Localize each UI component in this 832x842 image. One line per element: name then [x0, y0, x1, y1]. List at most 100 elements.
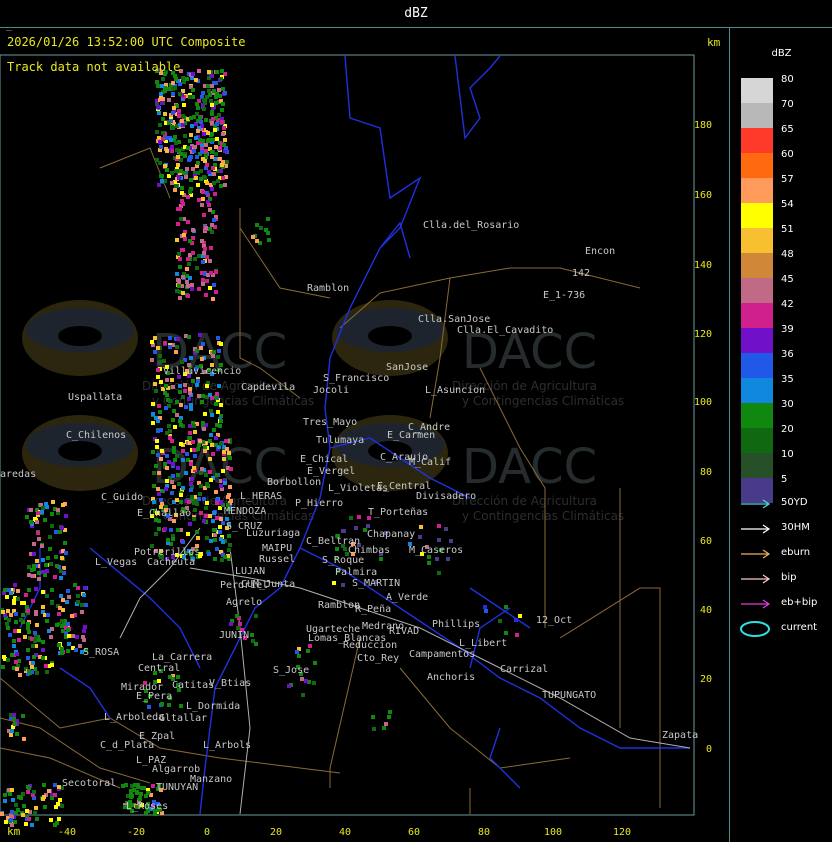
echo-cell: [170, 491, 174, 495]
echo-cell: [60, 647, 64, 651]
echo-cell: [297, 654, 301, 658]
place-label: E_1-736: [543, 290, 585, 301]
echo-cell: [210, 121, 214, 125]
echo-cell: [212, 283, 216, 287]
echo-cell: [208, 457, 212, 461]
echo-cell: [225, 160, 229, 164]
place-label: Ramblon: [307, 283, 349, 294]
x-tick-label: 100: [544, 827, 562, 838]
echo-cell: [228, 543, 232, 547]
echo-cell: [218, 525, 222, 529]
legend-swatch: [741, 353, 773, 378]
echo-cell: [203, 445, 207, 449]
echo-cell: [21, 714, 25, 718]
echo-cell: [219, 517, 223, 521]
echo-cell: [41, 648, 45, 652]
echo-cell: [179, 403, 183, 407]
legend-track-label: bip: [781, 572, 797, 583]
y-tick-label: 160: [694, 190, 712, 201]
track-arrow-icon: [741, 499, 771, 509]
place-label: Villavicencio: [163, 366, 241, 377]
echo-cell: [189, 488, 193, 492]
echo-cell: [163, 462, 167, 466]
echo-cell: [197, 497, 201, 501]
echo-cell: [158, 360, 162, 364]
echo-cell: [154, 532, 158, 536]
echo-cell: [335, 547, 339, 551]
echo-cell: [41, 640, 45, 644]
echo-cell: [216, 355, 220, 359]
echo-cell: [332, 581, 336, 585]
echo-cell: [17, 629, 21, 633]
echo-cell: [151, 784, 155, 788]
echo-cell: [25, 809, 29, 813]
radar-map-panel[interactable]: DACC Dirección de Agricultura y Contingenc…: [0, 28, 730, 842]
echo-cell: [202, 497, 206, 501]
place-label: C_Guido: [101, 492, 143, 503]
echo-cell: [50, 588, 54, 592]
echo-cell: [15, 732, 19, 736]
echo-cell: [180, 360, 184, 364]
echo-cell: [121, 784, 125, 788]
place-label: R_Peña: [355, 604, 391, 615]
echo-cell: [167, 98, 171, 102]
echo-cell: [172, 446, 176, 450]
echo-cell: [201, 157, 205, 161]
echo-cell: [201, 190, 205, 194]
echo-cell: [202, 213, 206, 217]
echo-cell: [209, 433, 213, 437]
echo-cell: [61, 503, 65, 507]
echo-cell: [287, 684, 291, 688]
echo-cell: [354, 526, 358, 530]
echo-cell: [83, 586, 87, 590]
echo-cell: [188, 522, 192, 526]
echo-cell: [178, 390, 182, 394]
echo-cell: [165, 393, 169, 397]
echo-cell: [159, 457, 163, 461]
legend-swatch: [741, 203, 773, 228]
echo-cell: [176, 278, 180, 282]
echo-cell: [41, 605, 45, 609]
echo-cell: [217, 384, 221, 388]
echo-cell: [211, 117, 215, 121]
echo-cell: [175, 345, 179, 349]
echo-cell: [197, 443, 201, 447]
echo-cell: [163, 112, 167, 116]
place-label: C_Chilenos: [66, 430, 126, 441]
echo-cell: [201, 394, 205, 398]
echo-cell: [8, 792, 12, 796]
echo-cell: [84, 603, 88, 607]
echo-cell: [208, 470, 212, 474]
echo-cell: [156, 368, 160, 372]
echo-cell: [178, 257, 182, 261]
echo-cell: [205, 384, 209, 388]
place-label: Tulumaya: [316, 435, 364, 446]
echo-cell: [313, 661, 317, 665]
echo-cell: [27, 573, 31, 577]
echo-cell: [26, 626, 30, 630]
echo-cell: [180, 186, 184, 190]
radar-map[interactable]: DACCDirección de Agriculturay Contingenc…: [0, 28, 729, 842]
echo-cell: [197, 394, 201, 398]
place-label: Zapata: [662, 730, 698, 741]
echo-cell: [178, 82, 182, 86]
echo-cell: [17, 638, 21, 642]
echo-cell: [157, 519, 161, 523]
place-label: Central: [138, 663, 180, 674]
echo-cell: [176, 337, 180, 341]
echo-cell: [54, 805, 58, 809]
echo-cell: [173, 188, 177, 192]
place-label: La_Carrera: [152, 652, 212, 663]
echo-cell: [201, 197, 205, 201]
echo-cell: [12, 713, 16, 717]
echo-cell: [166, 538, 170, 542]
echo-cell: [188, 431, 192, 435]
echo-cell: [214, 81, 218, 85]
echo-cell: [192, 501, 196, 505]
echo-cell: [157, 527, 161, 531]
place-label: Palmira: [335, 567, 377, 578]
echo-cell: [27, 669, 31, 673]
echo-cell: [172, 106, 176, 110]
echo-cell: [12, 644, 16, 648]
echo-cell: [192, 149, 196, 153]
